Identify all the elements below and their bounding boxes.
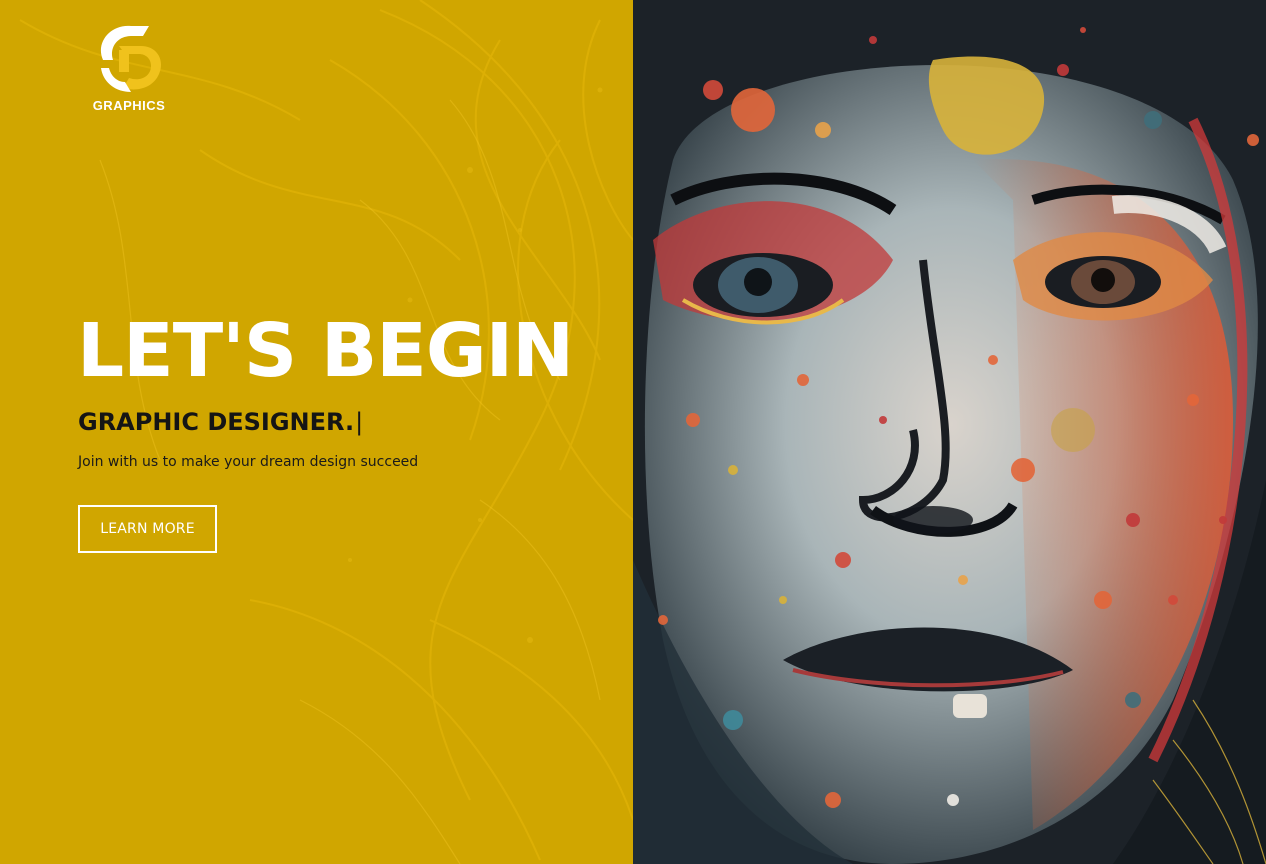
landing-page: GRAPHICS LET'S BEGIN GRAPHIC DESIGNER.| … (0, 0, 1266, 864)
typing-cursor: | (355, 408, 364, 436)
hero-subtitle: GRAPHIC DESIGNER.| (78, 408, 364, 436)
hero-tagline: Join with us to make your dream design s… (78, 454, 419, 470)
gd-monogram-icon (100, 25, 161, 92)
abstract-face-artwork (633, 0, 1266, 864)
hero-title: LET'S BEGIN (77, 308, 574, 394)
brand-logo[interactable]: GRAPHICS (86, 16, 172, 116)
brand-name: GRAPHICS (92, 98, 166, 113)
learn-more-button[interactable]: LEARN MORE (78, 505, 217, 553)
hero-artwork-panel (633, 0, 1266, 864)
hero-left-panel: GRAPHICS LET'S BEGIN GRAPHIC DESIGNER.| … (0, 0, 633, 864)
hero-subtitle-text: GRAPHIC DESIGNER. (78, 408, 355, 436)
